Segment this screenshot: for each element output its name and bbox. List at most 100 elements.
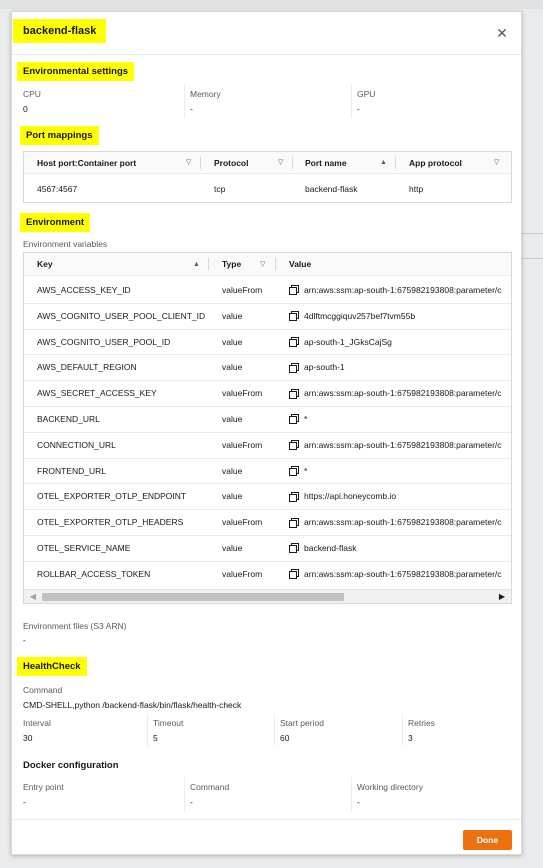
sort-icon[interactable]: ▽ — [494, 152, 499, 174]
entry-point-label: Entry point — [23, 782, 64, 792]
sort-ascending-icon[interactable]: ▲ — [380, 152, 387, 174]
sort-icon[interactable]: ▽ — [260, 253, 265, 276]
env-type-cell: valueFrom — [222, 284, 263, 295]
row-divider — [24, 406, 511, 407]
env-value-cell: 4dlftmcggiquv257bef7tvm55b — [304, 310, 416, 321]
env-type-cell: valueFrom — [222, 517, 263, 528]
timeout-value: 5 — [153, 733, 158, 743]
environment-variables-table: Key ▲ Type ▽ Value AWS_ACCESS_KEY_ID val… — [23, 252, 512, 604]
port-mappings-table: Host port:Container port ▽ Protocol ▽ Po… — [23, 151, 512, 203]
env-type-cell: value — [222, 465, 243, 476]
env-value-cell: * — [304, 465, 308, 476]
column-header-host-port[interactable]: Host port:Container port — [37, 152, 136, 174]
env-value-cell: backend-flask — [304, 542, 357, 553]
copy-icon[interactable] — [289, 388, 299, 399]
task-container-modal: backend-flask ✕ Environmental settings C… — [11, 11, 522, 855]
column-header-value[interactable]: Value — [289, 253, 311, 276]
row-divider — [24, 483, 511, 485]
column-divider — [184, 777, 185, 811]
scroll-right-icon[interactable]: ▶ — [495, 590, 509, 603]
sort-ascending-icon[interactable]: ▲ — [193, 253, 200, 276]
sort-icon[interactable]: ▽ — [278, 152, 283, 174]
table-header: Key ▲ Type ▽ Value — [24, 253, 511, 276]
memory-label: Memory — [190, 89, 221, 99]
env-type-cell: value — [222, 310, 243, 321]
column-separator — [292, 157, 293, 169]
gpu-label: GPU — [357, 89, 376, 99]
sort-icon[interactable]: ▽ — [186, 152, 191, 174]
copy-icon[interactable] — [289, 517, 299, 528]
env-value-cell: ap-south-1_JGksCajSg — [304, 336, 392, 347]
column-header-type[interactable]: Type — [222, 253, 241, 276]
column-separator — [275, 258, 276, 270]
working-directory-label: Working directory — [357, 782, 423, 792]
host-port-cell: 4567:4567 — [37, 184, 78, 194]
port-mappings-heading: Port mappings — [20, 126, 99, 145]
footer-divider — [12, 819, 521, 820]
env-key-cell: CONNECTION_URL — [37, 439, 116, 450]
env-type-cell: valueFrom — [222, 568, 263, 579]
memory-value: - — [190, 104, 193, 114]
env-value-cell: arn:aws:ssm:ap-south-1:675982193808:para… — [304, 568, 502, 579]
done-button[interactable]: Done — [463, 830, 512, 850]
copy-icon[interactable] — [289, 569, 299, 580]
row-divider — [24, 560, 511, 562]
protocol-cell: tcp — [214, 184, 226, 194]
env-key-cell: AWS_DEFAULT_REGION — [37, 362, 137, 373]
scroll-left-icon[interactable]: ◀ — [26, 590, 40, 603]
copy-icon[interactable] — [289, 440, 299, 451]
environment-variables-label: Environment variables — [23, 239, 108, 249]
copy-icon[interactable] — [289, 337, 299, 347]
env-type-cell: value — [222, 336, 243, 347]
copy-icon[interactable] — [289, 491, 299, 502]
column-header-key[interactable]: Key — [37, 253, 53, 276]
row-divider — [24, 328, 511, 330]
cpu-label: CPU — [23, 89, 41, 99]
env-value-cell: arn:aws:ssm:ap-south-1:675982193808:para… — [304, 388, 502, 399]
cpu-value: 0 — [23, 104, 28, 114]
copy-icon[interactable] — [289, 543, 299, 554]
copy-icon[interactable] — [289, 362, 299, 373]
column-separator — [395, 157, 396, 169]
column-divider — [402, 714, 403, 746]
scrollbar-thumb[interactable] — [42, 593, 344, 601]
column-divider — [184, 84, 185, 118]
column-divider — [274, 714, 275, 746]
table-header: Host port:Container port ▽ Protocol ▽ Po… — [24, 152, 511, 174]
env-type-cell: value — [222, 542, 243, 553]
header-divider — [12, 54, 521, 55]
horizontal-scrollbar[interactable]: ◀ ▶ — [24, 589, 511, 603]
env-key-cell: AWS_COGNITO_USER_POOL_CLIENT_ID — [37, 310, 206, 321]
modal-title: backend-flask — [13, 19, 107, 43]
start-period-value: 60 — [280, 733, 290, 743]
env-settings-heading: Environmental settings — [17, 62, 135, 81]
env-type-cell: value — [222, 362, 243, 373]
column-header-port-name[interactable]: Port name — [305, 152, 347, 174]
copy-icon[interactable] — [289, 466, 299, 476]
env-type-cell: value — [222, 491, 243, 502]
start-period-label: Start period — [280, 718, 324, 728]
copy-icon[interactable] — [289, 285, 299, 296]
docker-command-value: - — [190, 797, 193, 807]
working-directory-value: - — [357, 797, 360, 807]
copy-icon[interactable] — [289, 311, 299, 322]
column-header-protocol[interactable]: Protocol — [214, 152, 248, 174]
env-key-cell: AWS_ACCESS_KEY_ID — [37, 284, 131, 295]
env-type-cell: value — [222, 413, 243, 424]
env-key-cell: OTEL_EXPORTER_OTLP_ENDPOINT — [37, 491, 187, 502]
retries-label: Retries — [408, 718, 435, 728]
copy-icon[interactable] — [289, 414, 299, 425]
column-header-app-protocol[interactable]: App protocol — [409, 152, 462, 174]
interval-value: 30 — [23, 733, 33, 743]
environment-heading: Environment — [20, 213, 91, 232]
background-bar — [0, 0, 543, 9]
gpu-value: - — [357, 104, 360, 114]
column-divider — [147, 714, 148, 746]
column-separator — [208, 258, 209, 270]
docker-command-label: Command — [190, 782, 230, 792]
background-divider — [520, 233, 543, 234]
close-icon[interactable]: ✕ — [495, 26, 509, 40]
env-value-cell: arn:aws:ssm:ap-south-1:675982193808:para… — [304, 517, 502, 528]
row-divider — [24, 509, 511, 511]
healthcheck-command-label: Command — [23, 685, 63, 695]
